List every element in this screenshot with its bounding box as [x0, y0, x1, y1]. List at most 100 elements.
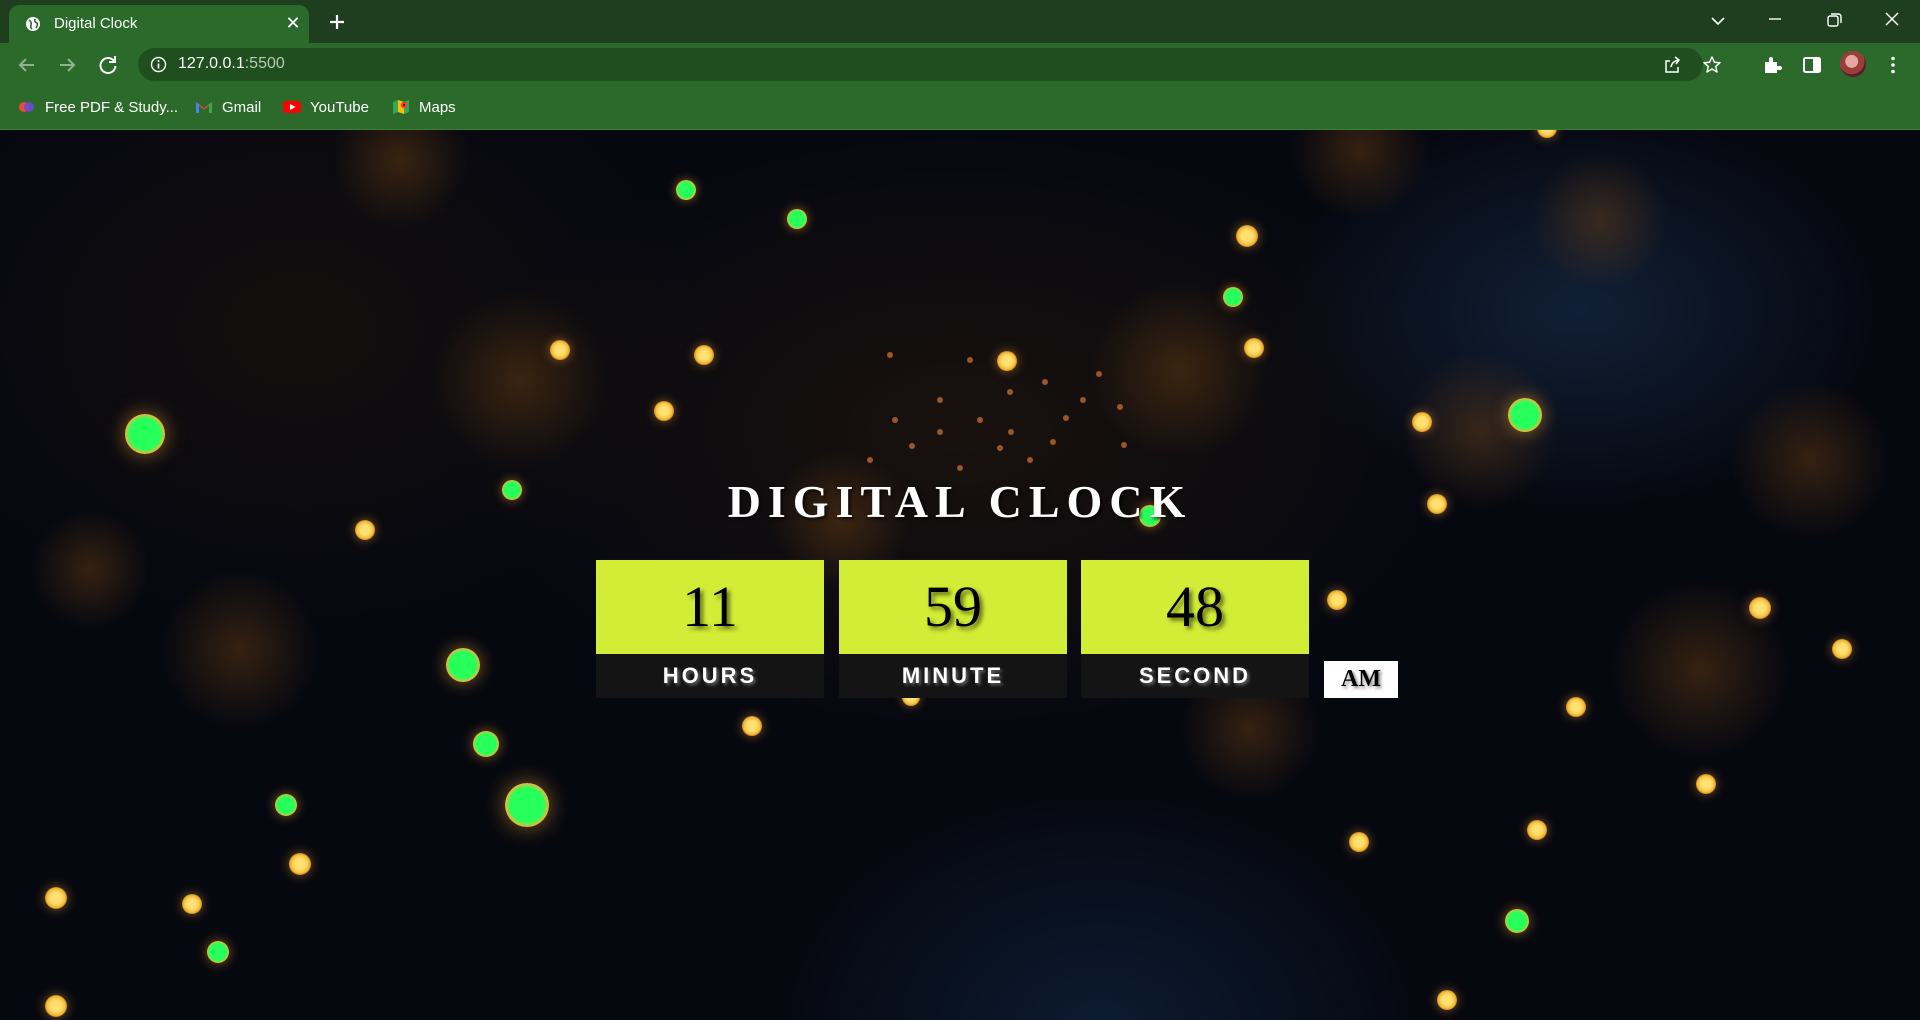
close-tab-icon[interactable]: ✕: [284, 14, 302, 32]
sparkle-particle: [1042, 379, 1048, 385]
green-bokeh-light: [505, 783, 549, 827]
bookmark-youtube[interactable]: YouTube: [283, 97, 369, 117]
sparkle-particle: [1121, 442, 1127, 448]
gmail-icon: [196, 102, 212, 113]
orange-bokeh-light: [45, 887, 67, 909]
bookmark-maps[interactable]: Maps: [392, 97, 456, 117]
minutes-label: MINUTE: [839, 654, 1067, 698]
bokeh-haze: [430, 290, 610, 470]
bookmark-free-pdf[interactable]: Free PDF & Study...: [18, 97, 178, 117]
share-icon[interactable]: [1662, 55, 1682, 75]
orange-bokeh-light: [45, 995, 67, 1017]
bookmarks-bar: Free PDF & Study... Gmail YouTube Maps: [0, 86, 1920, 130]
orange-bokeh-light: [289, 853, 311, 875]
minutes-value: 59: [839, 560, 1067, 654]
sparkle-particle: [1096, 371, 1102, 377]
sparkle-particle: [1050, 439, 1056, 445]
bokeh-haze: [1530, 150, 1670, 290]
hours-block: 11 HOURS: [596, 560, 824, 698]
page-title: DIGITAL CLOCK: [727, 476, 1193, 527]
green-bokeh-light: [446, 648, 480, 682]
sparkle-particle: [997, 445, 1003, 451]
sparkle-particle: [887, 352, 893, 358]
orange-bokeh-light: [1236, 225, 1258, 247]
orange-bokeh-light: [1832, 639, 1852, 659]
browser-toolbar: 127.0.0.1:5500: [0, 43, 1920, 86]
orange-bokeh-light: [1696, 774, 1716, 794]
am-pm-badge: AM: [1324, 661, 1398, 698]
sparkle-particle: [1063, 415, 1069, 421]
bokeh-haze: [1090, 280, 1270, 460]
green-bokeh-light: [676, 180, 696, 200]
green-bokeh-light: [1223, 287, 1243, 307]
orange-bokeh-light: [1527, 820, 1547, 840]
bookmark-label: Free PDF & Study...: [45, 98, 179, 116]
sparkle-particle: [1080, 397, 1086, 403]
url-port: :5500: [244, 55, 285, 72]
orange-bokeh-light: [1749, 597, 1771, 619]
sparkle-particle: [1007, 389, 1013, 395]
reload-icon[interactable]: [95, 52, 121, 78]
orange-bokeh-light: [694, 345, 714, 365]
back-arrow-icon[interactable]: [14, 52, 40, 78]
orange-bokeh-light: [1412, 412, 1432, 432]
forward-arrow-icon[interactable]: [54, 52, 80, 78]
tab-title: Digital Clock: [54, 15, 138, 32]
orange-bokeh-light: [1537, 130, 1557, 138]
close-window-icon[interactable]: [1877, 7, 1907, 35]
more-menu-icon[interactable]: [1882, 54, 1904, 76]
extensions-icon[interactable]: [1761, 54, 1783, 76]
bookmark-label: Maps: [419, 98, 456, 116]
orange-bokeh-light: [1349, 832, 1369, 852]
side-panel-icon[interactable]: [1801, 54, 1823, 76]
seconds-value: 48: [1081, 560, 1309, 654]
sparkle-particle: [937, 397, 943, 403]
sparkle-particle: [1027, 457, 1033, 463]
maps-icon: [393, 100, 409, 114]
sparkle-particle: [1117, 404, 1123, 410]
green-bokeh-light: [1505, 909, 1529, 933]
new-tab-icon[interactable]: [325, 10, 349, 34]
address-bar[interactable]: 127.0.0.1:5500: [138, 48, 1721, 81]
hours-value: 11: [596, 560, 824, 654]
youtube-icon: [283, 101, 301, 113]
orange-bokeh-light: [654, 401, 674, 421]
bookmark-gmail[interactable]: Gmail: [195, 97, 261, 117]
profile-avatar[interactable]: [1840, 51, 1866, 77]
bokeh-haze: [330, 130, 470, 230]
restore-icon[interactable]: [1818, 7, 1848, 35]
tab-search-chevron-icon[interactable]: [1703, 7, 1733, 35]
bokeh-haze: [1290, 130, 1430, 220]
sparkle-particle: [892, 417, 898, 423]
orange-bokeh-light: [742, 716, 762, 736]
green-bokeh-light: [275, 794, 297, 816]
green-bokeh-light: [207, 941, 229, 963]
globe-icon: [26, 17, 40, 31]
sparkle-particle: [937, 429, 943, 435]
study-app-icon: [19, 102, 34, 112]
orange-bokeh-light: [1437, 990, 1457, 1010]
orange-bokeh-light: [1244, 338, 1264, 358]
green-bokeh-light: [1508, 398, 1542, 432]
sparkle-particle: [957, 465, 963, 471]
url-host: 127.0.0.1: [178, 55, 245, 72]
sparkle-particle: [867, 457, 873, 463]
orange-bokeh-light: [550, 340, 570, 360]
minutes-block: 59 MINUTE: [839, 560, 1067, 698]
bokeh-haze: [30, 510, 150, 630]
url-text: 127.0.0.1:5500: [178, 55, 285, 73]
bookmark-star-icon[interactable]: [1702, 55, 1722, 75]
orange-bokeh-light: [182, 894, 202, 914]
minimize-icon[interactable]: [1760, 7, 1790, 35]
sparkle-particle: [1008, 429, 1014, 435]
seconds-block: 48 SECOND: [1081, 560, 1309, 698]
bookmark-label: YouTube: [310, 98, 369, 116]
bookmark-label: Gmail: [222, 98, 262, 116]
tab-strip: Digital Clock ✕: [0, 0, 1920, 43]
green-bokeh-light: [473, 731, 499, 757]
orange-bokeh-light: [997, 351, 1017, 371]
tab-digital-clock[interactable]: Digital Clock ✕: [9, 5, 309, 43]
sparkle-particle: [909, 443, 915, 449]
sparkle-particle: [967, 357, 973, 363]
site-info-icon[interactable]: [150, 56, 167, 73]
